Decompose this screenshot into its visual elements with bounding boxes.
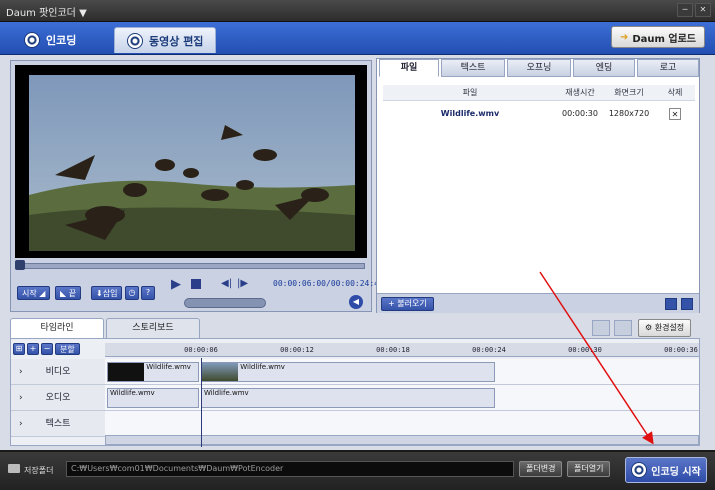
annotation-arrow xyxy=(539,271,654,445)
